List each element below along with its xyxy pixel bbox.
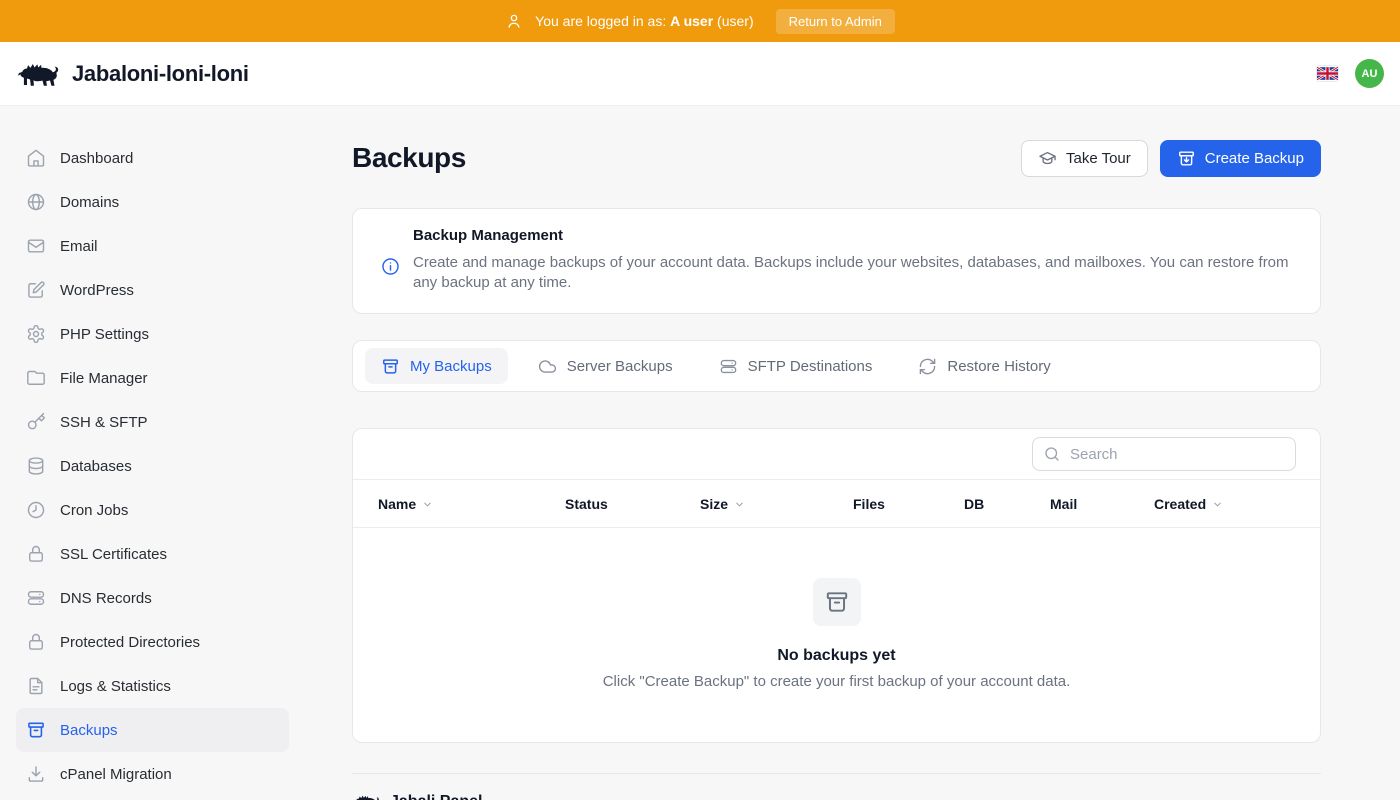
sidebar-item-cpanel-migration[interactable]: cPanel Migration: [16, 752, 289, 796]
lock-icon: [26, 632, 46, 652]
info-card-description: Create and manage backups of your accoun…: [413, 253, 1296, 293]
info-icon: [381, 257, 400, 293]
backups-table-card: Name Status Size Files DB Mail: [352, 428, 1321, 743]
boar-logo-icon: [352, 791, 380, 800]
sidebar-item-label: cPanel Migration: [60, 766, 172, 783]
user-avatar[interactable]: AU: [1355, 59, 1384, 88]
lock-icon: [26, 544, 46, 564]
column-header-status: Status: [565, 496, 700, 512]
take-tour-button[interactable]: Take Tour: [1021, 140, 1148, 177]
chevron-down-icon: [1212, 499, 1223, 510]
archive-icon: [381, 357, 400, 376]
sidebar-item-cron-jobs[interactable]: Cron Jobs: [16, 488, 289, 532]
column-header-db: DB: [964, 496, 1050, 512]
sidebar-item-label: WordPress: [60, 282, 134, 299]
sidebar-item-ssl-certificates[interactable]: SSL Certificates: [16, 532, 289, 576]
page-footer: Jabali Panel: [352, 773, 1321, 800]
app-header: Jabaloni-loni-loni AU: [0, 42, 1400, 106]
sidebar: Dashboard Domains Email WordPress PHP Se…: [0, 106, 305, 800]
sidebar-item-dashboard[interactable]: Dashboard: [16, 136, 289, 180]
sidebar-item-label: Backups: [60, 722, 118, 739]
boar-logo-icon: [16, 57, 60, 91]
tab-sftp-destinations[interactable]: SFTP Destinations: [703, 348, 889, 384]
sidebar-item-dns-records[interactable]: DNS Records: [16, 576, 289, 620]
server-icon: [719, 357, 738, 376]
sidebar-item-file-manager[interactable]: File Manager: [16, 356, 289, 400]
sidebar-item-logs-statistics[interactable]: Logs & Statistics: [16, 664, 289, 708]
refresh-icon: [918, 357, 937, 376]
clock-icon: [26, 500, 46, 520]
chevron-down-icon: [422, 499, 433, 510]
logged-in-text: You are logged in as: A user (user): [535, 13, 753, 29]
sidebar-item-protected-directories[interactable]: Protected Directories: [16, 620, 289, 664]
info-card: Backup Management Create and manage back…: [352, 208, 1321, 314]
sidebar-item-ssh-sftp[interactable]: SSH & SFTP: [16, 400, 289, 444]
search-icon: [1043, 445, 1061, 463]
create-backup-button[interactable]: Create Backup: [1160, 140, 1321, 177]
tabs-bar: My Backups Server Backups SFTP Destinati…: [352, 340, 1321, 392]
user-icon: [505, 12, 523, 30]
sidebar-item-label: Logs & Statistics: [60, 678, 171, 695]
sidebar-item-domains[interactable]: Domains: [16, 180, 289, 224]
tab-server-backups[interactable]: Server Backups: [522, 348, 689, 384]
sidebar-item-php-settings[interactable]: PHP Settings: [16, 312, 289, 356]
return-to-admin-button[interactable]: Return to Admin: [776, 9, 895, 34]
info-card-title: Backup Management: [413, 227, 1296, 244]
archive-icon: [26, 720, 46, 740]
sidebar-item-wordpress[interactable]: WordPress: [16, 268, 289, 312]
gear-icon: [26, 324, 46, 344]
file-text-icon: [26, 676, 46, 696]
sidebar-item-label: Dashboard: [60, 150, 133, 167]
folder-icon: [26, 368, 46, 388]
sidebar-item-label: Cron Jobs: [60, 502, 128, 519]
tab-my-backups[interactable]: My Backups: [365, 348, 508, 384]
cloud-icon: [538, 357, 557, 376]
globe-icon: [26, 192, 46, 212]
sidebar-item-label: PHP Settings: [60, 326, 149, 343]
download-icon: [26, 764, 46, 784]
column-header-mail: Mail: [1050, 496, 1154, 512]
archive-down-icon: [1177, 149, 1196, 168]
graduation-cap-icon: [1038, 149, 1057, 168]
sidebar-item-email[interactable]: Email: [16, 224, 289, 268]
sidebar-item-backups[interactable]: Backups: [16, 708, 289, 752]
footer-brand: Jabali Panel: [390, 793, 483, 800]
column-header-name[interactable]: Name: [378, 496, 565, 512]
sidebar-item-label: Email: [60, 238, 98, 255]
sidebar-item-label: Domains: [60, 194, 119, 211]
sidebar-item-label: Protected Directories: [60, 634, 200, 651]
sidebar-item-label: SSH & SFTP: [60, 414, 148, 431]
language-flag-icon[interactable]: [1317, 66, 1338, 81]
empty-state-title: No backups yet: [777, 647, 895, 665]
empty-state: No backups yet Click "Create Backup" to …: [353, 528, 1320, 742]
column-header-created[interactable]: Created: [1154, 496, 1320, 512]
column-header-files: Files: [853, 496, 964, 512]
sidebar-item-label: DNS Records: [60, 590, 152, 607]
empty-state-message: Click "Create Backup" to create your fir…: [603, 673, 1071, 690]
sidebar-item-databases[interactable]: Databases: [16, 444, 289, 488]
tab-restore-history[interactable]: Restore History: [902, 348, 1066, 384]
page-title: Backups: [352, 142, 466, 174]
sidebar-item-label: Databases: [60, 458, 132, 475]
home-icon: [26, 148, 46, 168]
mail-icon: [26, 236, 46, 256]
logged-in-role: (user): [717, 13, 754, 29]
key-icon: [26, 412, 46, 432]
database-icon: [26, 456, 46, 476]
impersonation-bar: You are logged in as: A user (user) Retu…: [0, 0, 1400, 42]
chevron-down-icon: [734, 499, 745, 510]
sidebar-item-label: SSL Certificates: [60, 546, 167, 563]
column-header-size[interactable]: Size: [700, 496, 853, 512]
server-icon: [26, 588, 46, 608]
main-content: Backups Take Tour Create Backup Backup M…: [305, 106, 1353, 800]
sidebar-item-label: File Manager: [60, 370, 148, 387]
archive-icon: [813, 578, 861, 626]
search-input[interactable]: [1032, 437, 1296, 471]
logged-in-user: A user: [670, 13, 713, 29]
brand-title: Jabaloni-loni-loni: [72, 61, 249, 87]
edit-icon: [26, 280, 46, 300]
brand: Jabaloni-loni-loni: [16, 57, 249, 91]
table-header-row: Name Status Size Files DB Mail: [353, 479, 1320, 528]
